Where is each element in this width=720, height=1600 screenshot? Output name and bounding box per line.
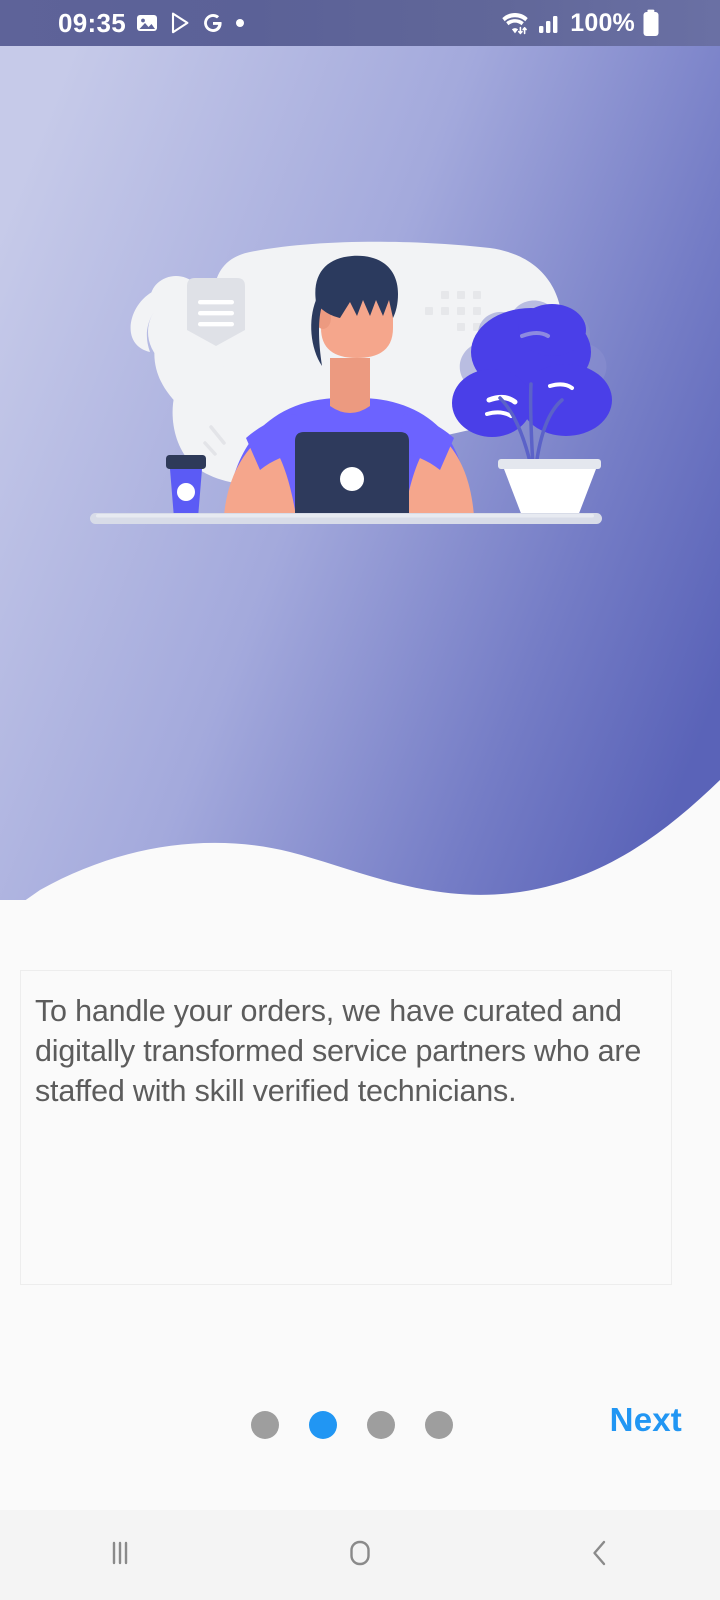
back-icon (579, 1532, 621, 1579)
next-button[interactable]: Next (610, 1401, 682, 1439)
battery-percent-label: 100% (570, 8, 635, 37)
battery-icon (642, 9, 660, 37)
pager-dot-2[interactable] (309, 1411, 337, 1439)
desk-shelf-highlight (96, 514, 594, 518)
pager-dot-1[interactable] (251, 1411, 279, 1439)
system-navigation-bar (0, 1510, 720, 1600)
footer-row: Next (0, 1395, 720, 1465)
description-text: To handle your orders, we have curated a… (35, 994, 642, 1108)
recents-button[interactable] (0, 1510, 240, 1600)
dot-indicator-icon (234, 17, 246, 29)
status-bar: 09:35 100% (0, 0, 720, 46)
back-button[interactable] (480, 1510, 720, 1600)
pager-dot-4[interactable] (425, 1411, 453, 1439)
content-sheet: To handle your orders, we have curated a… (0, 900, 720, 1510)
status-bar-left: 09:35 (58, 10, 246, 36)
person-working-on-laptop-illustration (90, 241, 612, 524)
gallery-icon (135, 11, 159, 35)
description-box: To handle your orders, we have curated a… (20, 970, 672, 1285)
laptop-icon (295, 432, 409, 517)
play-store-icon (168, 11, 192, 35)
cellular-signal-icon (537, 11, 563, 35)
coffee-cup-icon (166, 455, 206, 518)
wifi-icon (500, 10, 530, 36)
pager-dot-3[interactable] (367, 1411, 395, 1439)
recents-icon (99, 1532, 141, 1579)
pager-dots[interactable] (251, 1411, 453, 1439)
home-icon (339, 1532, 381, 1579)
status-bar-right: 100% (500, 9, 660, 38)
status-time: 09:35 (58, 8, 126, 38)
home-button[interactable] (240, 1510, 480, 1600)
google-icon (201, 11, 225, 35)
app-screen: 09:35 100% To handle your orders, we hav… (0, 0, 720, 1600)
hero-section (0, 0, 720, 920)
